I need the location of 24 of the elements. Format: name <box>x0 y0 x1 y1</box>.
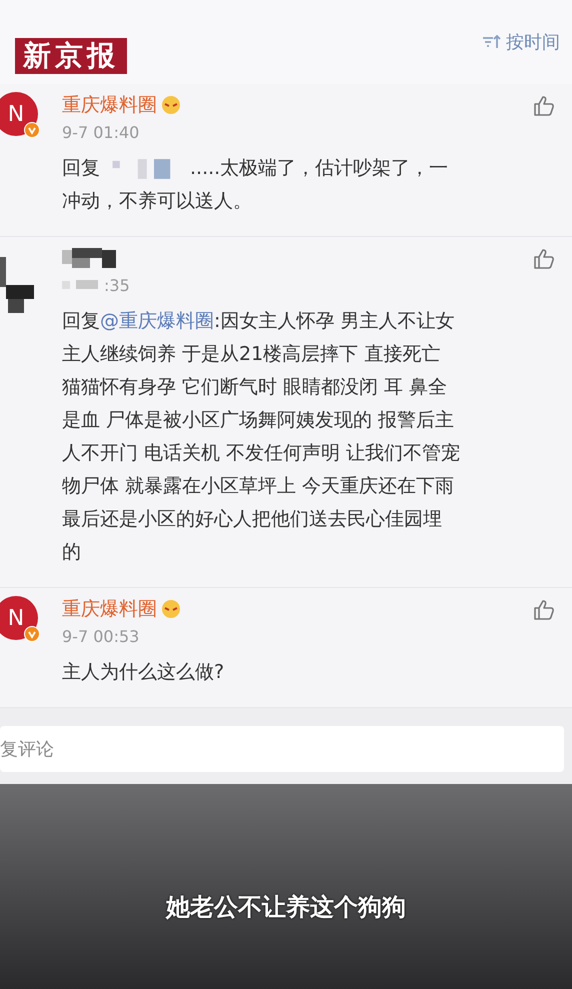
mention-link[interactable]: @重庆爆料圈 <box>100 310 214 332</box>
verified-badge-icon <box>24 626 40 642</box>
comment-text: 回复@重庆爆料圈:因女主人怀孕 男主人不让女 主人继续饲养 于是从21楼高层摔下 直接死亡 猫猫怀有身孕 它们断气时 眼睛都没闭 耳 鼻全 是血 尸体是被小区广场舞阿姨发现的 报警后主 人不开门 电话关机 不发任何声明 让我们不管宠 物尸体 就暴露在小区草坪上 今天重庆还在下雨 最后还是小区的好心人把他们送去民心佳园埋 的 <box>62 309 462 565</box>
comment-text: 回复 .....太极端了，估计吵架了，一 冲动，不养可以送人。 <box>62 156 450 214</box>
comment-time: 9-7 00:53 <box>62 626 140 646</box>
reply-input-field[interactable]: 复评论 <box>0 726 564 772</box>
like-icon[interactable] <box>532 598 556 622</box>
subtitle: 她老公不让养这个狗狗 <box>166 892 406 922</box>
emoji-icon <box>161 599 181 619</box>
avatar[interactable]: N <box>0 92 38 136</box>
comment-time: 9-7 01:40 <box>62 122 140 142</box>
sort-button[interactable]: 按时间 <box>506 30 560 54</box>
blurred-user-name <box>62 246 118 270</box>
sort-icon <box>482 35 502 49</box>
news-logo: 新京报 <box>15 38 127 74</box>
like-icon[interactable] <box>532 247 556 271</box>
like-icon[interactable] <box>532 94 556 118</box>
comment-text: 主人为什么这么做? <box>62 660 226 685</box>
user-name[interactable]: 重庆爆料圈 <box>62 92 157 118</box>
comment-time: :35 <box>104 276 130 294</box>
avatar[interactable]: N <box>0 596 38 640</box>
user-name[interactable]: 重庆爆料圈 <box>62 596 157 622</box>
verified-badge-icon <box>24 122 40 138</box>
emoji-icon <box>161 95 181 115</box>
